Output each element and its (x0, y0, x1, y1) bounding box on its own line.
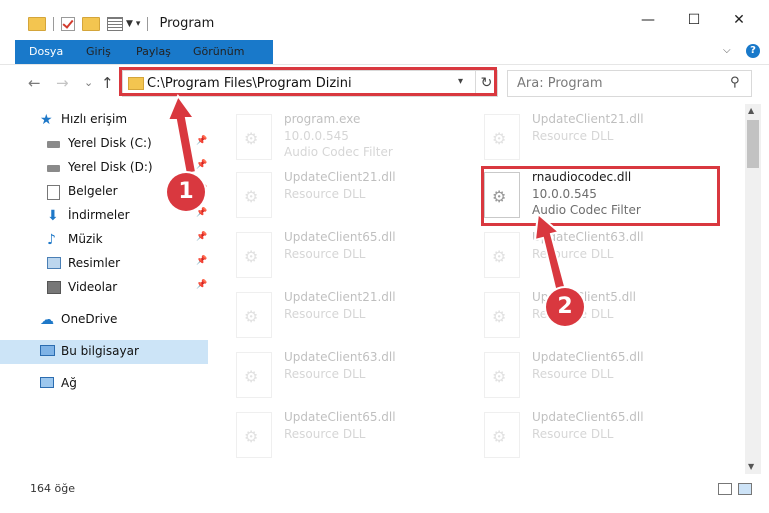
arrow-2-icon (533, 212, 568, 294)
annotation-overlay (166, 93, 568, 294)
step-badge-1: 1 (167, 173, 205, 211)
step-badge-2: 2 (546, 288, 584, 326)
arrow-1-icon (166, 93, 198, 176)
